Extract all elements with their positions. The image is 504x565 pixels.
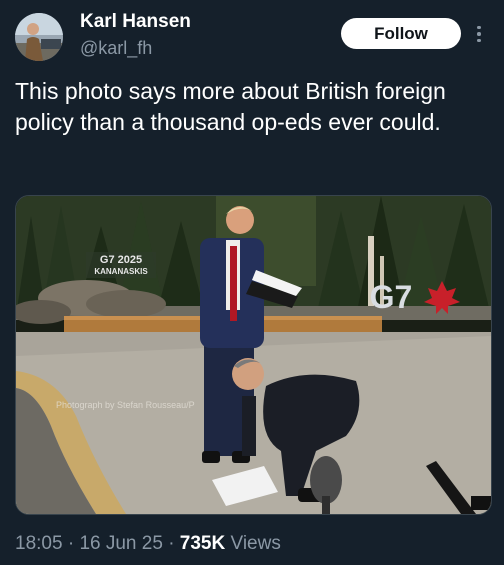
tweet-meta: 18:05 · 16 Jun 25 · 735K Views (15, 533, 281, 555)
more-dot (477, 38, 481, 43)
meta-separator: · (168, 533, 175, 554)
more-dot (477, 32, 481, 36)
author-handle[interactable]: @karl_fh (80, 38, 152, 59)
follow-button[interactable]: Follow (341, 18, 461, 49)
views-label: Views (230, 533, 281, 554)
more-options-icon[interactable] (470, 22, 488, 46)
g7-logo: G7 (370, 279, 413, 315)
tweet-text: This photo says more about British forei… (15, 78, 446, 135)
author-display-name[interactable]: Karl Hansen (80, 11, 191, 33)
photo-scene: G7 2025 KANANASKIS G7 Photograph by Stef… (16, 196, 491, 514)
avatar-image (15, 13, 63, 61)
more-dot (477, 25, 481, 30)
g7-sign-line1: G7 2025 (100, 254, 142, 266)
author-avatar[interactable] (15, 13, 63, 61)
tweet-photo[interactable]: G7 2025 KANANASKIS G7 Photograph by Stef… (15, 195, 492, 515)
tweet-time[interactable]: 18:05 (15, 533, 63, 554)
meta-separator: · (67, 533, 75, 554)
tweet-header: Karl Hansen @karl_fh Follow (0, 0, 504, 70)
tweet-date[interactable]: 16 Jun 25 (79, 533, 162, 554)
g7-sign-line2: KANANASKIS (94, 267, 148, 276)
views-count: 735K (179, 533, 226, 554)
photo-watermark: Photograph by Stefan Rousseau/P (56, 400, 195, 410)
